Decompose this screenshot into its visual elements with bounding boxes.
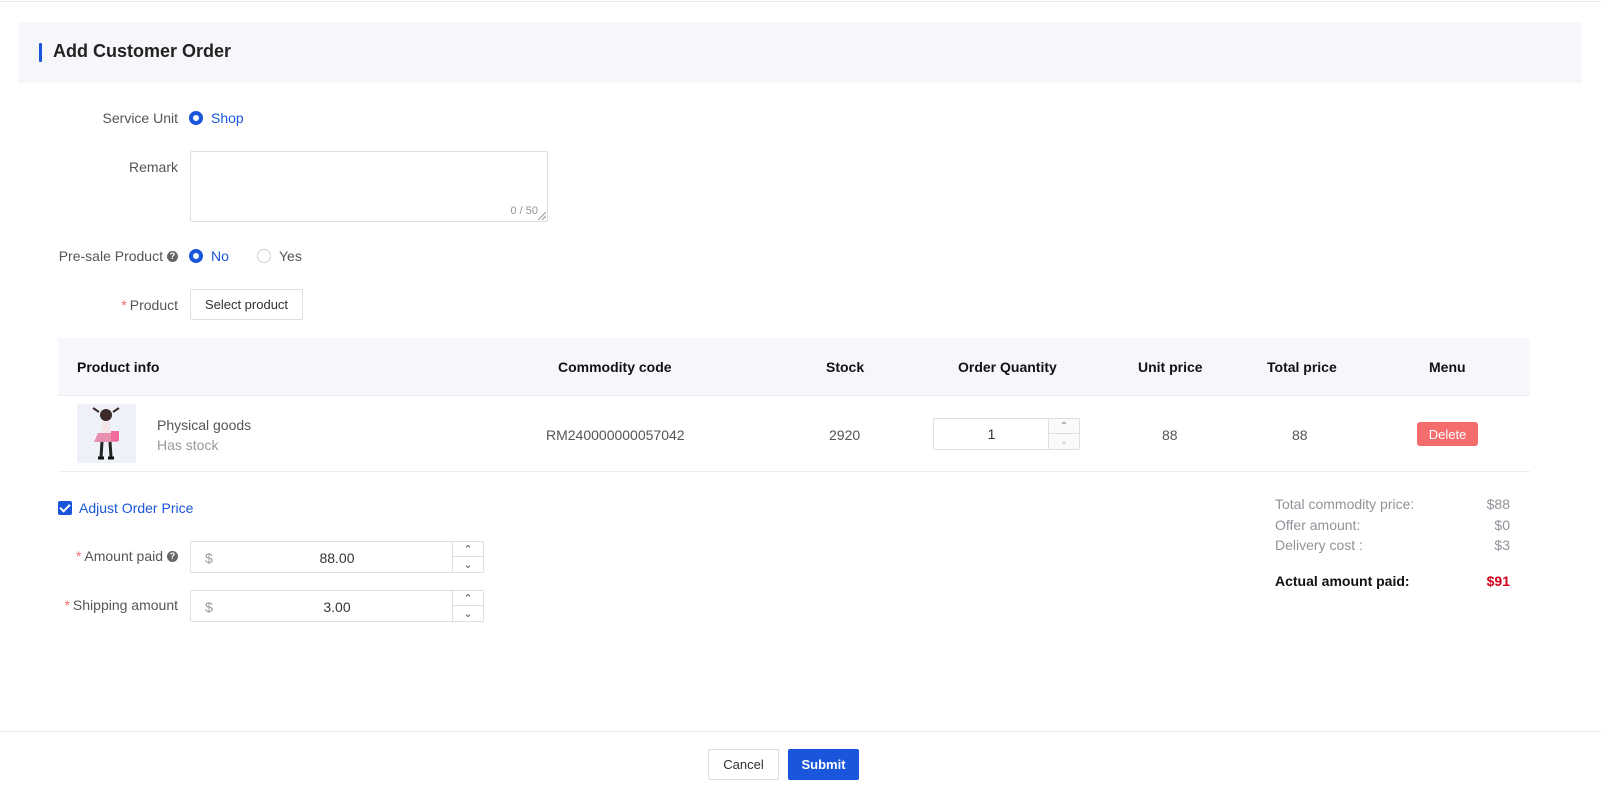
checkbox-label: Adjust Order Price xyxy=(79,500,194,516)
remark-char-counter: 0 / 50 xyxy=(510,205,538,217)
column-header-total-price: Total price xyxy=(1267,359,1337,375)
product-stock-status: Has stock xyxy=(157,437,219,453)
product-name: Physical goods xyxy=(157,417,252,433)
summary-row-total-commodity: Total commodity price: $88 xyxy=(1275,496,1510,517)
submit-button[interactable]: Submit xyxy=(788,749,859,780)
commodity-code: RM240000000057042 xyxy=(546,427,685,443)
radio-label: Shop xyxy=(211,110,244,126)
quantity-stepper[interactable]: 1 ⌃ ⌄ xyxy=(933,418,1080,450)
required-asterisk: * xyxy=(64,597,70,613)
column-header-commodity-code: Commodity code xyxy=(558,359,672,375)
shipping-amount-value[interactable]: 3.00 xyxy=(221,599,453,615)
chevron-down-icon[interactable]: ⌄ xyxy=(1048,434,1079,449)
remark-label: Remark xyxy=(128,159,178,175)
table-row: Physical goods Has stock RM2400000000570… xyxy=(58,396,1530,472)
column-header-product-info: Product info xyxy=(77,359,160,375)
amount-paid-input[interactable]: $ 88.00 ⌃ ⌄ xyxy=(190,541,484,573)
summary-row-actual-paid: Actual amount paid: $91 xyxy=(1275,573,1510,594)
product-label-text: Product xyxy=(129,297,178,313)
currency-prefix: $ xyxy=(205,550,213,566)
summary-row-offer: Offer amount: $0 xyxy=(1275,517,1510,538)
required-asterisk: * xyxy=(75,548,82,564)
price-summary: Total commodity price: $88 Offer amount:… xyxy=(1275,496,1510,593)
radio-label: No xyxy=(211,248,229,264)
footer-bar: Cancel Submit xyxy=(0,731,1601,806)
title-accent-bar xyxy=(39,43,42,62)
currency-prefix: $ xyxy=(205,599,213,615)
amount-paid-label: * Amount paid? xyxy=(40,548,178,564)
column-header-stock: Stock xyxy=(826,359,865,375)
unit-price: 88 xyxy=(1162,427,1178,443)
chevron-down-icon[interactable]: ⌄ xyxy=(452,606,483,621)
column-header-unit-price: Unit price xyxy=(1138,359,1203,375)
presale-label-text: Pre-sale Product xyxy=(58,248,163,264)
resize-handle-icon[interactable] xyxy=(538,212,546,220)
top-divider xyxy=(0,0,1601,2)
chevron-up-icon[interactable]: ⌃ xyxy=(452,591,483,606)
summary-label: Delivery cost : xyxy=(1275,537,1363,553)
chevron-up-icon[interactable]: ⌃ xyxy=(452,542,483,557)
amount-paid-label-text: Amount paid xyxy=(84,548,163,564)
product-label: * Product xyxy=(58,297,178,313)
quantity-value[interactable]: 1 xyxy=(934,419,1049,449)
required-asterisk: * xyxy=(121,297,127,313)
select-product-button[interactable]: Select product xyxy=(190,289,303,320)
amount-paid-value[interactable]: 88.00 xyxy=(221,550,453,566)
service-unit-label: Service Unit xyxy=(102,110,178,126)
summary-value: $88 xyxy=(1486,496,1510,512)
product-thumbnail xyxy=(77,404,136,463)
product-table: Product info Commodity code Stock Order … xyxy=(58,338,1530,472)
total-price: 88 xyxy=(1292,427,1308,443)
presale-label: Pre-sale Product? xyxy=(40,248,178,264)
summary-value: $3 xyxy=(1494,537,1510,553)
page-title: Add Customer Order xyxy=(53,41,232,61)
radio-checked-icon xyxy=(189,111,203,125)
adjust-order-price-checkbox[interactable]: Adjust Order Price xyxy=(58,500,193,516)
summary-label: Total commodity price: xyxy=(1275,496,1415,512)
summary-value: $0 xyxy=(1494,516,1510,533)
shipping-amount-label-text: Shipping amount xyxy=(72,597,178,613)
summary-label: Offer amount: xyxy=(1275,516,1361,533)
radio-unchecked-icon xyxy=(257,249,271,263)
shipping-amount-label: * Shipping amount xyxy=(40,597,178,613)
table-header: Product info Commodity code Stock Order … xyxy=(58,338,1530,396)
help-icon[interactable]: ? xyxy=(167,251,178,262)
page-header: Add Customer Order xyxy=(18,22,1582,83)
radio-label: Yes xyxy=(279,248,302,264)
cancel-button[interactable]: Cancel xyxy=(708,749,779,780)
delete-button[interactable]: Delete xyxy=(1417,422,1478,446)
service-unit-radio-shop[interactable]: Shop xyxy=(189,110,244,126)
summary-row-delivery: Delivery cost : $3 xyxy=(1275,537,1510,558)
chevron-down-icon[interactable]: ⌄ xyxy=(452,557,483,572)
chevron-up-icon[interactable]: ⌃ xyxy=(1048,419,1079,434)
checkbox-checked-icon xyxy=(58,501,72,515)
presale-radio-no[interactable]: No xyxy=(189,248,229,264)
column-header-order-quantity: Order Quantity xyxy=(958,359,1057,375)
help-icon[interactable]: ? xyxy=(167,551,178,562)
radio-checked-icon xyxy=(189,249,203,263)
stock-value: 2920 xyxy=(829,427,861,443)
column-header-menu: Menu xyxy=(1429,359,1466,375)
remark-textarea[interactable]: 0 / 50 xyxy=(190,151,548,222)
presale-radio-yes[interactable]: Yes xyxy=(257,248,302,264)
summary-label: Actual amount paid: xyxy=(1275,572,1410,589)
shipping-amount-input[interactable]: $ 3.00 ⌃ ⌄ xyxy=(190,590,484,622)
actual-amount-value: $91 xyxy=(1486,572,1510,589)
